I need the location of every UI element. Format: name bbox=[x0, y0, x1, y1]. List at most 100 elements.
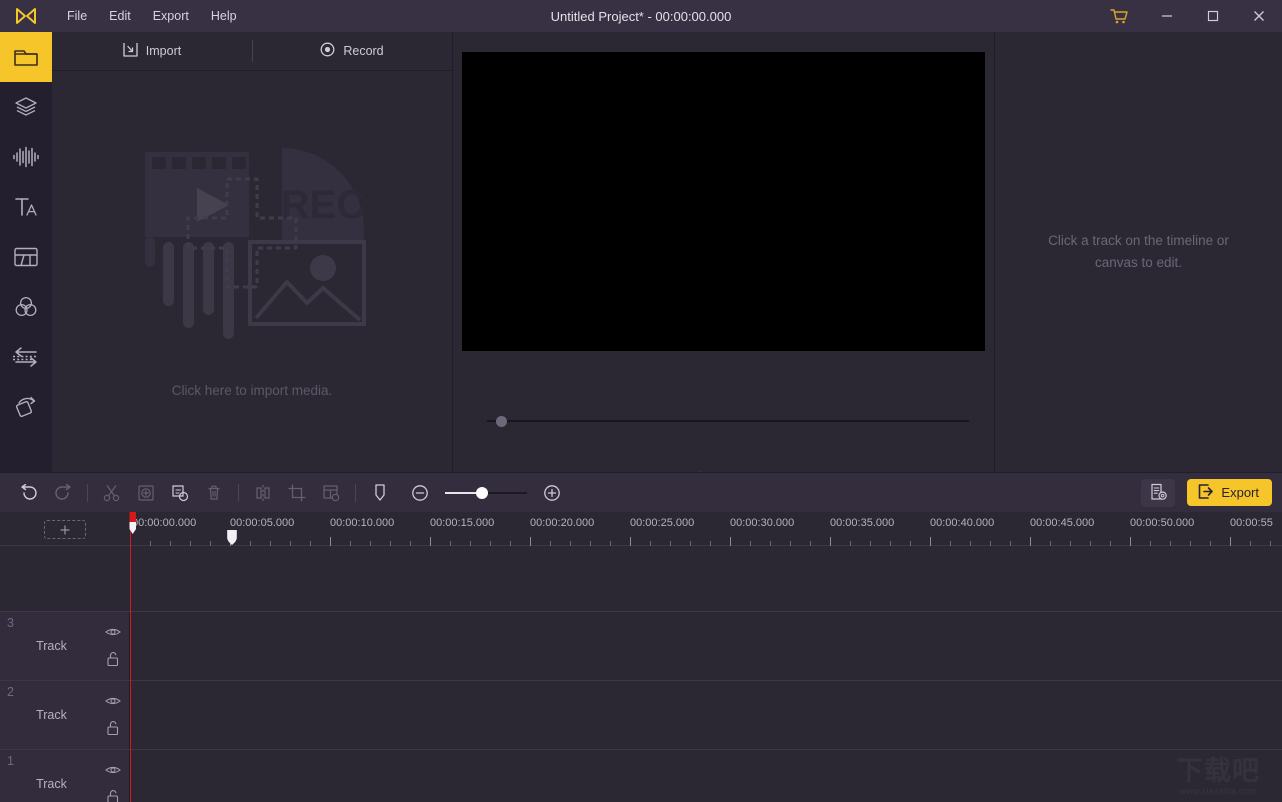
crop-icon bbox=[280, 478, 314, 508]
track-header-2[interactable]: 2 Track bbox=[0, 681, 130, 749]
title-bar: File Edit Export Help Untitled Project* … bbox=[0, 0, 1282, 32]
menu-help[interactable]: Help bbox=[200, 4, 248, 28]
tab-record[interactable]: Record bbox=[252, 32, 452, 70]
sidebar-item-text[interactable] bbox=[0, 182, 52, 232]
scissors-icon bbox=[95, 478, 129, 508]
timeline-marker[interactable] bbox=[226, 529, 238, 551]
zoom-in-icon[interactable] bbox=[535, 478, 569, 508]
ruler-label-4: 00:00:20.000 bbox=[530, 517, 594, 529]
unlock-icon[interactable] bbox=[105, 651, 121, 667]
track-lane-3[interactable] bbox=[130, 612, 1282, 680]
sidebar-item-split-screen[interactable] bbox=[0, 232, 52, 282]
tab-import-label: Import bbox=[146, 44, 181, 58]
mirror-icon bbox=[246, 478, 280, 508]
menu-edit[interactable]: Edit bbox=[98, 4, 142, 28]
sidebar-item-audio[interactable] bbox=[0, 132, 52, 182]
ruler-label-7: 00:00:35.000 bbox=[830, 517, 894, 529]
cart-icon[interactable] bbox=[1094, 0, 1144, 32]
timeline-ruler[interactable]: 00:00:00.000 00:00:05.000 00:00:10.000 0… bbox=[130, 512, 1282, 546]
export-button[interactable]: Export bbox=[1187, 479, 1272, 506]
window-controls bbox=[1094, 0, 1282, 32]
track-lane-1[interactable] bbox=[130, 750, 1282, 802]
undo-icon[interactable] bbox=[12, 478, 46, 508]
media-tabs: Import Record bbox=[52, 32, 452, 71]
eye-icon[interactable] bbox=[105, 693, 121, 709]
timeline-overlay-row[interactable] bbox=[0, 546, 1282, 612]
table-row[interactable]: 3 Track bbox=[0, 612, 1282, 681]
minimize-icon[interactable] bbox=[1144, 0, 1190, 32]
ruler-label-6: 00:00:30.000 bbox=[730, 517, 794, 529]
sidebar-rail bbox=[0, 32, 52, 472]
app-logo-icon bbox=[0, 0, 52, 32]
toolbar-divider-2 bbox=[238, 484, 239, 502]
sidebar-item-motion[interactable] bbox=[0, 382, 52, 432]
sidebar-item-filters[interactable] bbox=[0, 282, 52, 332]
properties-panel: Click a track on the timeline or canvas … bbox=[995, 32, 1282, 472]
trash-icon bbox=[197, 478, 231, 508]
tab-record-label: Record bbox=[343, 44, 383, 58]
unlock-icon[interactable] bbox=[105, 720, 121, 736]
ruler-label-2: 00:00:10.000 bbox=[330, 517, 394, 529]
layout-icon bbox=[314, 478, 348, 508]
track-header-3[interactable]: 3 Track bbox=[0, 612, 130, 680]
zoom-slider-handle[interactable] bbox=[476, 487, 488, 499]
ruler-label-8: 00:00:40.000 bbox=[930, 517, 994, 529]
menu-file[interactable]: File bbox=[56, 4, 98, 28]
unlock-icon[interactable] bbox=[105, 789, 121, 802]
menu-export[interactable]: Export bbox=[142, 4, 200, 28]
ruler-label-10: 00:00:50.000 bbox=[1130, 517, 1194, 529]
app-window: File Edit Export Help Untitled Project* … bbox=[0, 0, 1282, 802]
ruler-label-5: 00:00:25.000 bbox=[630, 517, 694, 529]
zoom-slider[interactable] bbox=[445, 483, 527, 503]
properties-hint: Click a track on the timeline or canvas … bbox=[1031, 230, 1246, 274]
preview-panel: 00:00:00.000 bbox=[452, 32, 995, 472]
track-lane-2[interactable] bbox=[130, 681, 1282, 749]
import-media-hint: Click here to import media. bbox=[172, 383, 333, 398]
track-toggles bbox=[105, 624, 121, 667]
tab-import[interactable]: Import bbox=[52, 32, 252, 70]
track-header-1[interactable]: 1 Track bbox=[0, 750, 130, 802]
ruler-label-1: 00:00:05.000 bbox=[230, 517, 294, 529]
project-settings-icon[interactable] bbox=[1141, 479, 1175, 507]
editor-toolbar: Export bbox=[0, 472, 1282, 512]
duplicate-icon[interactable] bbox=[163, 478, 197, 508]
preview-canvas[interactable] bbox=[462, 52, 985, 351]
timeline: 00:00:00.000 00:00:05.000 00:00:10.000 0… bbox=[0, 512, 1282, 802]
table-row[interactable]: 2 Track bbox=[0, 681, 1282, 750]
add-track-button[interactable] bbox=[44, 520, 86, 539]
zoom-out-icon[interactable] bbox=[403, 478, 437, 508]
ruler-label-3: 00:00:15.000 bbox=[430, 517, 494, 529]
media-drop-area[interactable]: REC bbox=[52, 71, 452, 472]
scrubber-handle[interactable] bbox=[496, 416, 507, 427]
eye-icon[interactable] bbox=[105, 762, 121, 778]
scrubber-track bbox=[487, 420, 969, 422]
marker-pin-icon[interactable] bbox=[363, 478, 397, 508]
import-arrow-icon bbox=[123, 42, 138, 60]
track-number: 3 bbox=[7, 616, 14, 630]
export-arrow-icon bbox=[1197, 483, 1214, 503]
table-row[interactable]: 1 Track bbox=[0, 750, 1282, 802]
ruler-label-9: 00:00:45.000 bbox=[1030, 517, 1094, 529]
import-placeholder-icon: REC bbox=[137, 146, 367, 361]
sidebar-item-transitions[interactable] bbox=[0, 332, 52, 382]
sidebar-item-stickers[interactable] bbox=[0, 82, 52, 132]
close-icon[interactable] bbox=[1236, 0, 1282, 32]
track-toggles bbox=[105, 693, 121, 736]
toolbar-divider-3 bbox=[355, 484, 356, 502]
sidebar-item-media[interactable] bbox=[0, 32, 52, 82]
playhead-handle[interactable] bbox=[128, 512, 137, 536]
media-panel: Import Record REC bbox=[52, 32, 452, 472]
ruler-label-0: 00:00:00.000 bbox=[132, 517, 196, 529]
track-number: 2 bbox=[7, 685, 14, 699]
track-toggles bbox=[105, 762, 121, 802]
eye-icon[interactable] bbox=[105, 624, 121, 640]
toolbar-divider bbox=[87, 484, 88, 502]
record-dot-icon bbox=[320, 42, 335, 60]
playback-scrubber[interactable] bbox=[475, 413, 969, 429]
export-button-label: Export bbox=[1221, 485, 1259, 500]
menu-bar: File Edit Export Help bbox=[56, 4, 248, 28]
ruler-label-11: 00:00:55 bbox=[1230, 517, 1273, 529]
rec-label: REC bbox=[281, 183, 365, 227]
maximize-icon[interactable] bbox=[1190, 0, 1236, 32]
add-circle-icon bbox=[129, 478, 163, 508]
